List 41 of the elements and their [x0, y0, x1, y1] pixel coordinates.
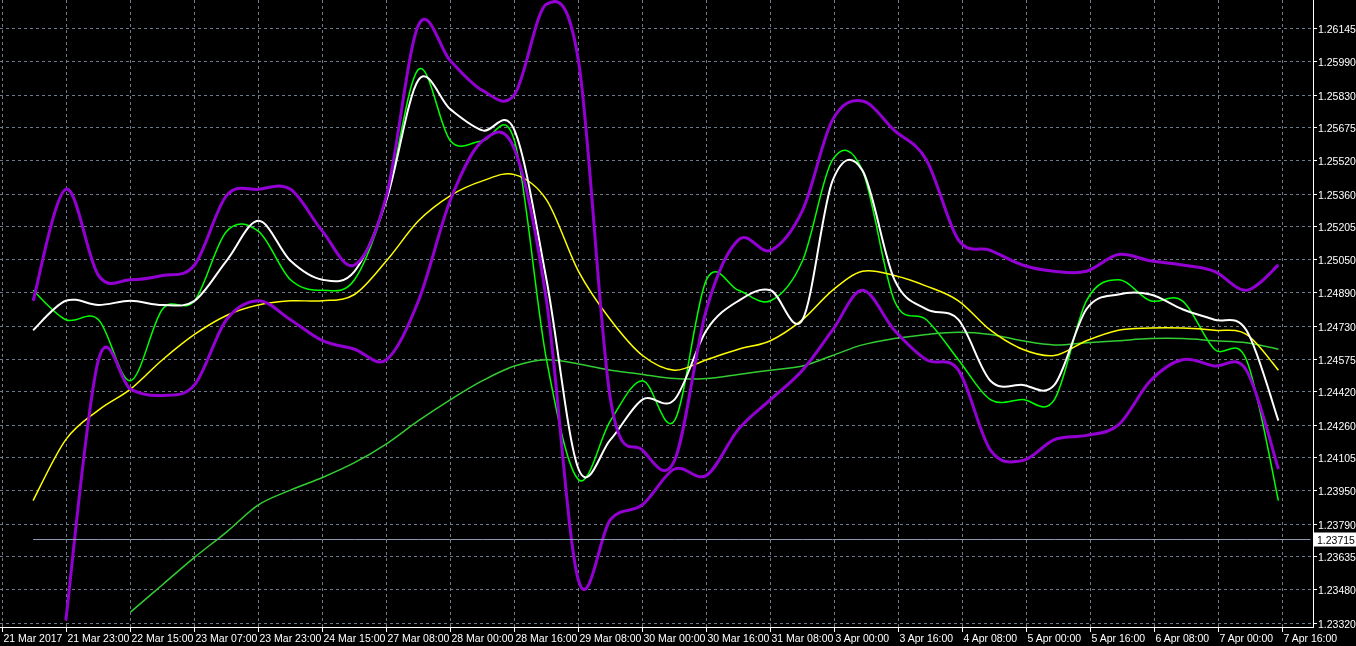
axis-label: 24 Mar 15:00 [323, 632, 386, 644]
axis-label: 1.24575 [1318, 353, 1356, 366]
axis-label: 1.24420 [1318, 385, 1356, 398]
axis-label: 1.25360 [1318, 188, 1356, 201]
axis-label: 22 Mar 15:00 [131, 632, 194, 644]
axis-label: 28 Mar 00:00 [451, 632, 514, 644]
axis-label: 1.25675 [1318, 121, 1356, 134]
axis-label: 1.23320 [1318, 617, 1356, 630]
axis-label: 1.23950 [1318, 484, 1356, 497]
axis-label: 3 Apr 16:00 [899, 632, 954, 644]
axis-label: 1.23790 [1318, 518, 1356, 531]
axis-label: 30 Mar 00:00 [643, 632, 706, 644]
axis-label: 1.25990 [1318, 55, 1356, 68]
axis-label: 6 Apr 08:00 [1155, 632, 1210, 644]
axis-label: 1.24890 [1318, 286, 1356, 299]
axis-label: 21 Mar 2017 [3, 632, 63, 644]
axis-label: 30 Mar 16:00 [707, 632, 770, 644]
axis-label: 27 Mar 08:00 [387, 632, 450, 644]
axis-label: 1.25830 [1318, 89, 1356, 102]
axis-label: 1.25205 [1318, 220, 1356, 233]
axis-label: 7 Apr 16:00 [1283, 632, 1338, 644]
axis-label: 5 Apr 16:00 [1091, 632, 1146, 644]
axis-label: 1.23480 [1318, 583, 1356, 596]
axis-label: 21 Mar 23:00 [67, 632, 130, 644]
axis-label: 23 Mar 07:00 [195, 632, 258, 644]
axis-label: 1.25050 [1318, 253, 1356, 266]
axis-label: 5 Apr 00:00 [1027, 632, 1082, 644]
axis-label: 1.23635 [1318, 550, 1356, 563]
axis-label: 23 Mar 23:00 [259, 632, 322, 644]
axis-label: 28 Mar 16:00 [515, 632, 578, 644]
price-tag: 1.23715 [1314, 532, 1356, 547]
axis-label: 1.24730 [1318, 320, 1356, 333]
axis-label: 3 Apr 00:00 [835, 632, 890, 644]
axis-label: 1.26145 [1318, 22, 1356, 35]
axis-label: 1.24260 [1318, 419, 1356, 432]
axis-label: 7 Apr 00:00 [1219, 632, 1274, 644]
axis-label: 4 Apr 08:00 [963, 632, 1018, 644]
axis-label: 1.25520 [1318, 154, 1356, 167]
axis-label: 29 Mar 08:00 [579, 632, 642, 644]
axis-label: 1.24105 [1318, 451, 1356, 464]
axis-label: 31 Mar 08:00 [771, 632, 834, 644]
